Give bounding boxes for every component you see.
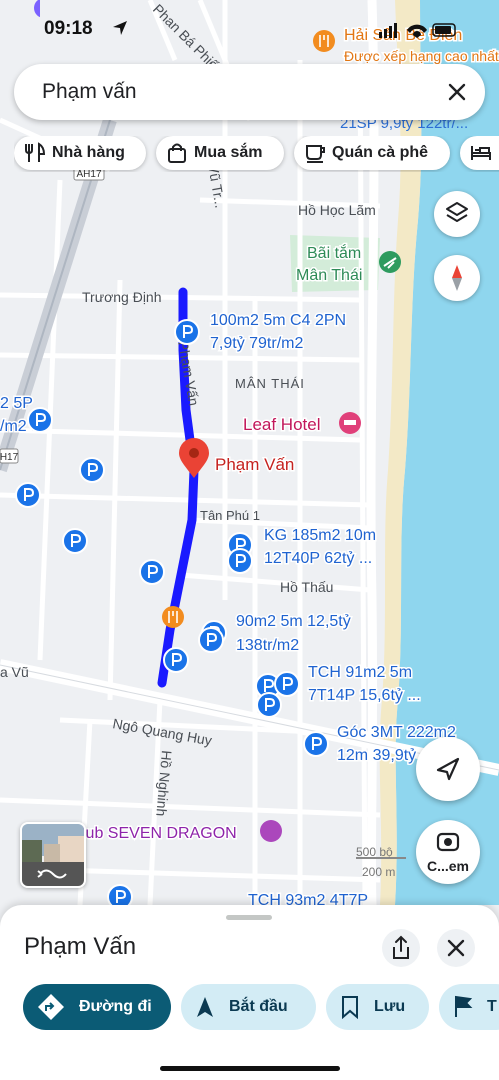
- share-button[interactable]: [382, 929, 420, 967]
- listing-marker[interactable]: [303, 731, 329, 757]
- listing-marker[interactable]: [198, 627, 224, 653]
- street-label: a Vũ: [0, 664, 29, 680]
- chip-restaurants[interactable]: Nhà hàng: [14, 136, 146, 170]
- layers-icon: [446, 202, 468, 222]
- more-action-button[interactable]: T: [439, 984, 499, 1030]
- navigation-arrow-icon: [197, 997, 213, 1017]
- restaurant-icon[interactable]: [162, 606, 184, 628]
- directions-icon: [38, 994, 64, 1020]
- club-name: lub SEVEN DRAGON: [82, 825, 237, 842]
- listing-marker[interactable]: [174, 319, 200, 345]
- save-button[interactable]: Lưu: [326, 984, 429, 1030]
- action-label: Lưu: [374, 998, 406, 1015]
- hotel-place[interactable]: Leaf Hotel: [242, 412, 361, 436]
- street-view-button[interactable]: C...em: [416, 820, 480, 884]
- search-input[interactable]: Phạm vấn: [42, 80, 137, 104]
- app-badge-icon: [34, 0, 40, 18]
- chip-coffee[interactable]: Quán cà phê: [294, 136, 450, 170]
- compass-icon: [452, 265, 462, 291]
- chip-hotels[interactable]: [460, 136, 499, 170]
- action-label: Bắt đầu: [229, 998, 288, 1015]
- listing-label: 2 5P: [0, 395, 33, 412]
- club-icon[interactable]: [260, 820, 282, 842]
- layers-button[interactable]: [434, 191, 480, 237]
- street-view-thumbnail[interactable]: [20, 822, 86, 888]
- listing-label: TCH 91m2 5m: [308, 664, 412, 681]
- action-label: Đường đi: [79, 998, 152, 1015]
- close-icon: [447, 939, 465, 957]
- wifi-icon: [407, 24, 427, 38]
- chip-shopping[interactable]: Mua sắm: [156, 136, 284, 170]
- flag-icon: [455, 995, 473, 1017]
- bookmark-icon: [342, 996, 358, 1019]
- listing-label: 90m2 5m 12,5tỷ: [236, 613, 351, 630]
- listing-marker[interactable]: [79, 457, 105, 483]
- beach-name-line2: Mân Thái: [296, 267, 362, 284]
- category-chips: Nhà hàng Mua sắm Quán cà phê: [14, 136, 499, 172]
- home-indicator: [160, 1066, 340, 1071]
- close-icon[interactable]: [443, 78, 471, 106]
- restaurant-icon: [25, 142, 46, 162]
- listing-label: 12T40P 62tỷ ...: [264, 550, 372, 567]
- sheet-drag-handle[interactable]: [226, 915, 272, 920]
- pin-label: Phạm Vấn: [215, 455, 294, 474]
- status-time: 09:18: [44, 18, 93, 39]
- start-button[interactable]: Bắt đầu: [181, 984, 316, 1030]
- listing-label: 138tr/m2: [236, 637, 299, 654]
- hotel-name: Leaf Hotel: [243, 415, 321, 434]
- street-label: Hồ Thấu: [280, 579, 333, 595]
- listing-marker[interactable]: [163, 647, 189, 673]
- district-label: MÂN THÁI: [235, 376, 305, 391]
- listing-label: 7,9tỷ 79tr/m2: [210, 335, 303, 352]
- hotel-icon: [471, 146, 491, 160]
- listing-marker[interactable]: [274, 671, 300, 697]
- close-sheet-button[interactable]: [437, 929, 475, 967]
- chip-label: Mua sắm: [194, 144, 263, 161]
- listing-label: 100m2 5m C4 2PN: [210, 312, 346, 329]
- action-buttons-row: Đường đi Bắt đầu Lưu T: [0, 984, 499, 1032]
- shopping-bag-icon: [168, 143, 186, 163]
- status-bar: 09:18: [0, 0, 499, 60]
- coffee-icon: [306, 145, 325, 163]
- place-title: Phạm Vấn: [24, 933, 137, 960]
- listing-marker[interactable]: [256, 692, 282, 718]
- search-bar[interactable]: Phạm vấn: [14, 64, 485, 120]
- place-bottom-sheet[interactable]: Phạm Vấn Đường đi Bắt đầu Lưu T: [0, 905, 499, 1080]
- chip-label: Quán cà phê: [332, 144, 429, 161]
- scale-meters: 200 m: [362, 865, 395, 879]
- street-view-camera-icon: [436, 832, 460, 852]
- navigation-arrow-icon: [436, 757, 460, 781]
- beach-name: Bãi tắm: [307, 243, 361, 262]
- listing-marker[interactable]: [139, 559, 165, 585]
- listing-marker[interactable]: [227, 548, 253, 574]
- chip-label: Nhà hàng: [52, 144, 125, 161]
- street-label: Trương Định: [82, 289, 162, 305]
- location-arrow-icon: [113, 21, 127, 35]
- listing-label: 7T14P 15,6tỷ ...: [308, 687, 421, 704]
- listing-marker[interactable]: [15, 482, 41, 508]
- directions-button[interactable]: Đường đi: [23, 984, 171, 1030]
- street-label: Tân Phú 1: [200, 508, 260, 523]
- action-label: T: [487, 998, 497, 1015]
- street-label: Hồ Học Lãm: [298, 202, 376, 218]
- street-view-label: C...em: [426, 858, 469, 874]
- scale-feet: 500 bộ: [356, 845, 393, 859]
- listing-marker[interactable]: [27, 407, 53, 433]
- compass-button[interactable]: [434, 255, 480, 301]
- my-location-button[interactable]: [416, 737, 480, 801]
- listing-label: KG 185m2 10m: [264, 527, 376, 544]
- status-icons: [379, 23, 456, 38]
- listing-marker[interactable]: [62, 528, 88, 554]
- highway-shield-label: H17: [0, 452, 19, 463]
- share-icon: [393, 935, 409, 959]
- street-view-photo: [22, 824, 84, 886]
- signal-icon: [379, 23, 397, 38]
